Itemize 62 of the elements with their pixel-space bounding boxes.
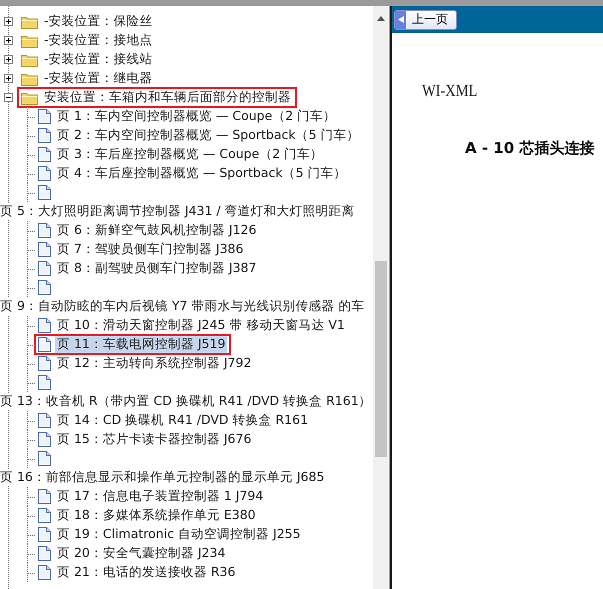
scrollbar-thumb[interactable] (375, 261, 387, 457)
document-icon (38, 128, 51, 143)
document-icon (38, 147, 51, 162)
document-icon (38, 375, 51, 390)
tree-item[interactable]: -安装位置：保险丝 (42, 13, 155, 30)
tree-heading: 页 9：自动防眩的车内后视镜 Y7 带雨水与光线识别传感器 的车 (0, 298, 364, 315)
tree-item[interactable]: -安装位置：继电器 (42, 70, 155, 87)
document-icon (38, 508, 51, 523)
tree-heading: 页 16：前部信息显示和操作单元控制器的显示单元 J685 (0, 469, 324, 486)
document-icon (38, 565, 51, 580)
tree-item[interactable]: 页 19：Climatronic 自动空调控制器 J255 (55, 526, 303, 543)
tree-item[interactable]: 页 2：车内空间控制器概览 — Sportback（5 门车） (55, 127, 362, 144)
tree-item[interactable]: 页 21：电话的发送接收器 R36 (55, 564, 238, 581)
document-icon (38, 166, 51, 181)
expand-icon[interactable] (4, 55, 13, 64)
folder-icon (21, 90, 38, 104)
document-icon (38, 318, 51, 333)
document-icon (38, 546, 51, 561)
document-title: A - 10 芯插头连接 (465, 139, 596, 158)
folder-icon (21, 34, 38, 48)
document-icon (38, 489, 51, 504)
document-icon (38, 356, 51, 371)
expand-icon[interactable] (4, 17, 13, 26)
tree-item[interactable]: 页 3：车后座控制器概览 — Coupe（2 门车） (55, 146, 326, 163)
document-icon (38, 185, 51, 200)
document-icon (38, 109, 51, 124)
expand-icon[interactable] (4, 74, 13, 83)
document-icon (38, 280, 51, 295)
previous-page-button[interactable]: 上一页 (394, 10, 457, 30)
collapse-icon[interactable] (4, 93, 13, 102)
document-icon (38, 451, 51, 466)
tree-item[interactable]: 页 20：安全气囊控制器 J234 (55, 545, 228, 562)
folder-icon (21, 72, 38, 86)
left-arrow-icon (398, 16, 404, 23)
document-icon (38, 242, 51, 257)
folder-icon (21, 14, 38, 28)
tree-item[interactable]: 页 1：车内空间控制器概览 — Coupe（2 门车） (55, 108, 338, 125)
document-icon (38, 223, 51, 238)
tree-item[interactable]: 页 14：CD 换碟机 R41 /DVD 转换盒 R161 (55, 412, 310, 429)
tree-item[interactable]: 页 12：主动转向系统控制器 J792 (55, 355, 254, 372)
document-icon (38, 337, 51, 352)
tree-item[interactable]: 页 11：车载电网控制器 J519 (55, 336, 228, 353)
tree-item[interactable]: -安装位置：接线站 (42, 51, 155, 68)
document-icon (38, 527, 51, 542)
document-header: WI-XML (422, 81, 478, 101)
tree-item[interactable]: 页 15：芯片卡读卡器控制器 J676 (55, 431, 254, 448)
tree-item[interactable]: 页 7：驾驶员侧车门控制器 J386 (55, 241, 246, 258)
tree-heading: 页 5：大灯照明距离调节控制器 J431 / 弯道灯和大灯照明距离 (0, 203, 355, 220)
document-icon (38, 413, 51, 428)
scroll-up-icon[interactable] (377, 16, 385, 21)
document-icon (38, 261, 51, 276)
document-icon (38, 432, 51, 447)
tree-item[interactable]: 页 17：信息电子装置控制器 1 J794 (55, 488, 266, 505)
tree-item[interactable]: 页 18：多媒体系统操作单元 E380 (55, 507, 258, 524)
tree-item[interactable]: 页 4：车后座控制器概览 — Sportback（5 门车） (55, 165, 349, 182)
tree-item[interactable]: 页 8：副驾驶员侧车门控制器 J387 (55, 260, 258, 277)
tree-item[interactable]: 页 10：滑动天窗控制器 J245 带 移动天窗马达 V1 (55, 317, 347, 334)
tree-item[interactable]: 页 6：新鲜空气鼓风机控制器 J126 (55, 222, 258, 239)
folder-icon (21, 52, 38, 66)
tree-item[interactable]: 安装位置：车箱内和车辆后面部分的控制器 (42, 89, 293, 106)
tree-item[interactable]: -安装位置：接地点 (42, 32, 155, 49)
expand-icon[interactable] (4, 36, 13, 45)
